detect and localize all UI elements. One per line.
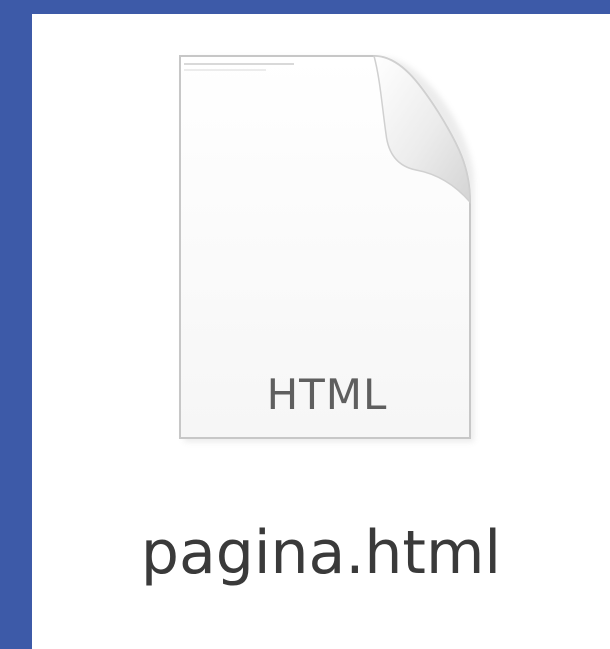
file-item-pagina-html[interactable]: HTML pagina.html bbox=[32, 14, 610, 649]
file-type-label: HTML bbox=[266, 370, 388, 419]
html-document-icon: HTML bbox=[174, 52, 480, 450]
file-name-label[interactable]: pagina.html bbox=[32, 511, 610, 595]
finder-window-content: HTML pagina.html bbox=[32, 14, 610, 649]
